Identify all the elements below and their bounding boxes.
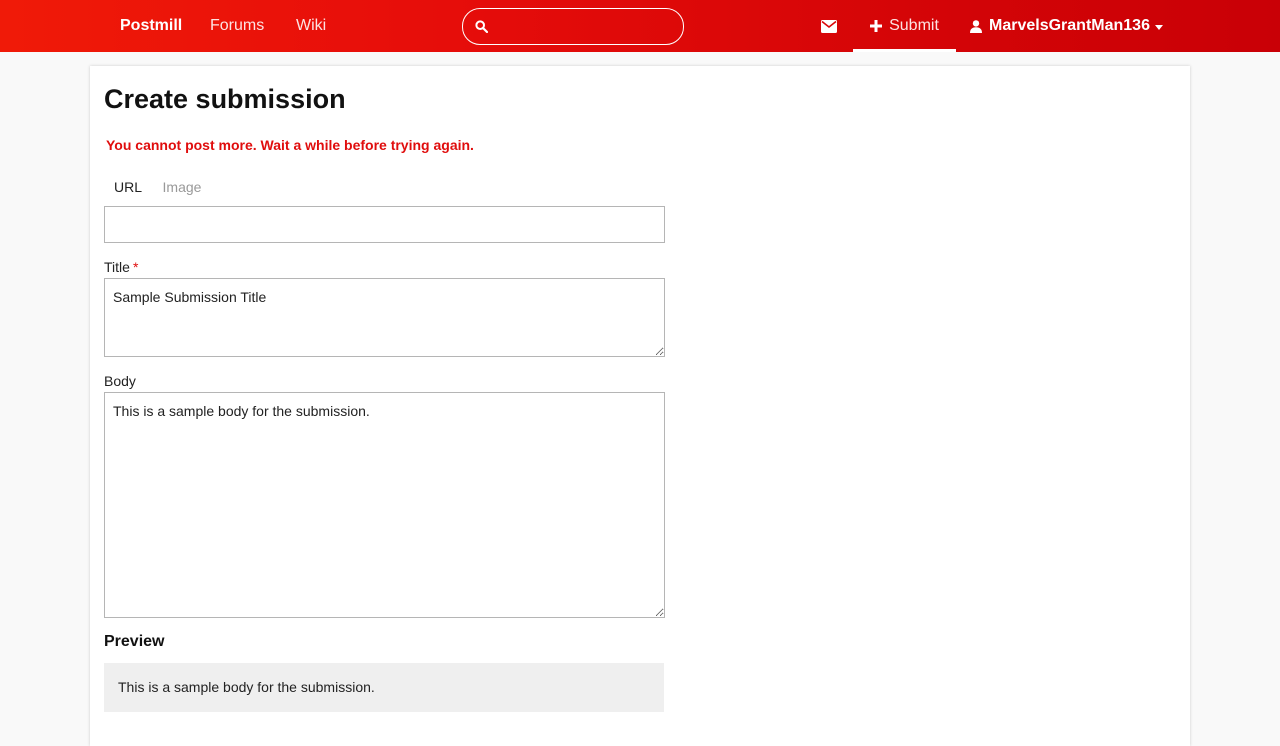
plus-icon xyxy=(870,20,883,32)
nav-wiki-link[interactable]: Wiki xyxy=(282,0,344,52)
search-input[interactable] xyxy=(498,11,668,42)
preview-box: This is a sample body for the submission… xyxy=(104,663,664,712)
nav-forums-link[interactable]: Forums xyxy=(196,0,282,52)
page-title: Create submission xyxy=(104,84,346,114)
username-label: MarvelsGrantMan136 xyxy=(989,17,1150,34)
required-marker: * xyxy=(132,259,139,275)
top-navigation-bar: Postmill Forums Wiki Submit MarvelsGrant… xyxy=(0,0,1280,52)
user-menu-dropdown[interactable]: MarvelsGrantMan136 xyxy=(956,0,1177,52)
title-field[interactable]: Sample Submission Title xyxy=(104,278,665,357)
caret-down-icon xyxy=(1154,24,1163,30)
error-alert: You cannot post more. Wait a while befor… xyxy=(106,137,474,153)
submit-link[interactable]: Submit xyxy=(853,0,956,52)
site-brand-link[interactable]: Postmill xyxy=(104,0,196,52)
submit-label: Submit xyxy=(889,17,939,34)
body-field[interactable]: This is a sample body for the submission… xyxy=(104,392,665,618)
preview-text: This is a sample body for the submission… xyxy=(118,679,375,695)
title-label-text: Title xyxy=(104,259,130,275)
search-icon xyxy=(475,20,488,33)
body-field-label: Body xyxy=(104,373,136,389)
submission-type-tabs: URL Image xyxy=(104,172,212,202)
user-icon xyxy=(970,19,983,33)
tab-image[interactable]: Image xyxy=(152,172,212,202)
envelope-icon xyxy=(821,19,837,33)
messages-link[interactable] xyxy=(806,0,852,52)
title-field-label: Title * xyxy=(104,259,138,275)
preview-heading: Preview xyxy=(104,633,165,650)
url-field[interactable] xyxy=(104,206,665,243)
tab-url[interactable]: URL xyxy=(104,172,152,202)
search-box[interactable] xyxy=(462,8,684,45)
